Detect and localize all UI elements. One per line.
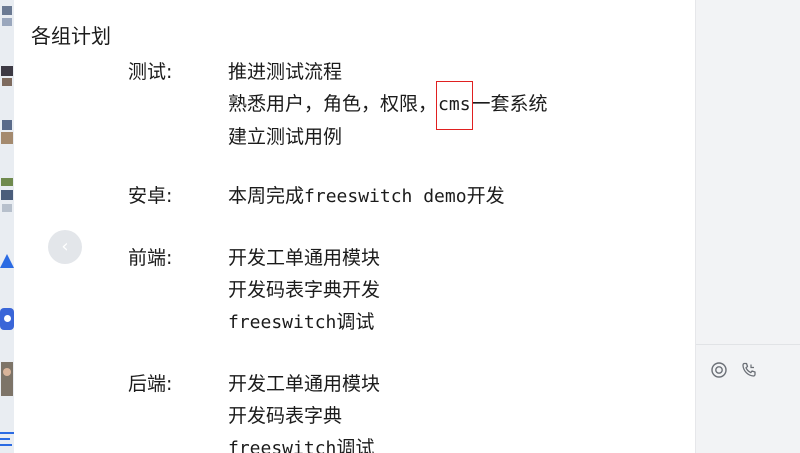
line-text: 调试 xyxy=(336,437,375,453)
line: 开发工单通用模块 xyxy=(228,247,381,269)
line: 开发码表字典 xyxy=(228,405,343,427)
section-label: 后端: xyxy=(128,373,173,395)
section-label: 安卓: xyxy=(128,185,173,207)
thumbnail-7[interactable] xyxy=(0,360,14,400)
document-title: 各组计划 xyxy=(31,24,111,48)
section-label: 前端: xyxy=(128,247,173,269)
section-lines: 本周完成freeswitch demo开发 xyxy=(228,180,505,213)
line: 建立测试用例 xyxy=(228,126,343,148)
line: 熟悉用户，角色，权限，cms一套系统 xyxy=(228,81,548,130)
panel-divider xyxy=(696,344,800,345)
line-text: 本周完成 xyxy=(228,185,305,207)
section-lines: 推进测试流程 熟悉用户，角色，权限，cms一套系统 建立测试用例 xyxy=(228,56,548,153)
line: 开发工单通用模块 xyxy=(228,373,381,395)
line: 推进测试流程 xyxy=(228,61,343,83)
right-side-panel xyxy=(695,0,800,453)
line-code: freeswitch demo xyxy=(304,186,467,207)
left-thumbnail-strip xyxy=(0,0,14,453)
document-view: 各组计划 测试: 推进测试流程 熟悉用户，角色，权限，cms一套系统 建立测试用… xyxy=(14,0,695,453)
thumbnail-2[interactable] xyxy=(0,62,14,92)
thumbnail-6[interactable] xyxy=(0,304,14,336)
line-text: 熟悉用户，角色，权限， xyxy=(228,93,438,115)
record-icon[interactable] xyxy=(709,360,729,380)
section-lines: 开发工单通用模块 开发码表字典开发 freeswitch调试 xyxy=(228,242,380,339)
section-label: 测试: xyxy=(128,61,173,83)
thumbnail-1[interactable] xyxy=(0,0,14,40)
line-text: 调试 xyxy=(336,311,375,333)
thumbnail-4[interactable] xyxy=(0,172,14,222)
phone-call-icon[interactable] xyxy=(739,360,759,380)
thumbnail-5[interactable] xyxy=(0,248,14,274)
line-text: 开发 xyxy=(466,185,505,207)
highlighted-text: cms xyxy=(436,81,473,130)
thumbnail-8[interactable] xyxy=(0,428,14,453)
line: 本周完成freeswitch demo开发 xyxy=(228,180,505,213)
line-text: 一套系统 xyxy=(471,93,548,115)
line-code: freeswitch xyxy=(228,438,337,453)
line: freeswitch调试 xyxy=(228,432,380,453)
line: 开发码表字典开发 xyxy=(228,279,381,301)
line-code: freeswitch xyxy=(228,312,337,333)
section-lines: 开发工单通用模块 开发码表字典 freeswitch调试 xyxy=(228,368,380,453)
thumbnail-3[interactable] xyxy=(0,118,14,158)
chevron-left-icon: ‹ xyxy=(61,236,69,257)
previous-page-button[interactable]: ‹ xyxy=(48,230,82,264)
line: freeswitch调试 xyxy=(228,306,380,339)
